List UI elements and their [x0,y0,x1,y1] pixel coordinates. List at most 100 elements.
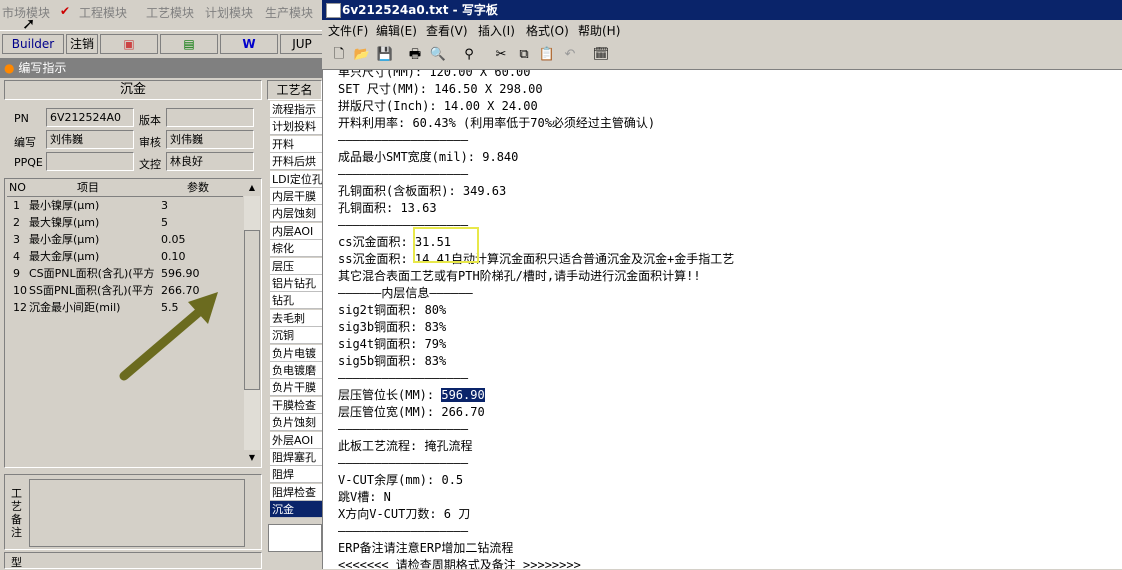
pn-field[interactable]: 6V212524A0 [46,108,134,127]
row-value: 3 [161,199,168,212]
document-line: sig4t铜面积: 79% [338,337,447,351]
grid-header-no[interactable]: NO [9,180,26,196]
process-item[interactable]: 外层AOI [270,431,322,449]
table-row[interactable]: 1 最小镍厚(μm) 3 [11,197,247,214]
selected-text[interactable]: 596.90 [441,388,485,402]
process-item[interactable]: 阻焊 [270,466,322,484]
notes-textarea[interactable] [29,479,245,547]
process-item[interactable]: 开料 [270,135,322,153]
table-row[interactable]: 3 最小金厚(μm) 0.05 [11,231,247,248]
menu-view[interactable]: 查看(V) [426,22,468,39]
process-item[interactable]: 阻焊检查 [270,483,322,501]
process-item[interactable]: 内层干膜 [270,188,322,205]
process-item[interactable]: 内层蚀刻 [270,205,322,223]
process-item[interactable]: 负片干膜 [270,379,322,397]
logout-button[interactable]: 注销 [66,34,98,54]
document-line: 层压管位长(MM): 596.90 [338,387,485,404]
process-input[interactable] [268,524,322,552]
process-item[interactable]: LDI定位孔 [270,170,322,188]
document-line: ERP备注请注意ERP增加二钻流程 [338,541,514,555]
process-item[interactable]: 负片蚀刻 [270,414,322,432]
datetime-icon[interactable]: 🗓 [590,44,612,66]
type-label: 型 [11,556,22,569]
print-icon[interactable]: 🖶 [404,44,426,66]
version-field[interactable] [166,108,254,127]
document-line: 层压管位宽(MM): 266.70 [338,405,485,419]
document-line: sig3b铜面积: 83% [338,320,447,334]
scroll-thumb[interactable] [244,230,260,390]
document-line: X方向V-CUT刀数: 6 刀 [338,507,471,521]
process-item[interactable]: 去毛刺 [270,309,322,327]
row-no: 4 [13,250,20,263]
ppqe-field[interactable] [46,152,134,171]
version-label: 版本 [139,114,161,127]
copy-icon[interactable]: ⧉ [513,44,535,66]
menu-production[interactable]: 生产模块 [265,4,313,21]
bg-menu-bar: 市场模块 ✔ 工程模块 工艺模块 计划模块 生产模块 ➚ [0,0,330,33]
save-icon[interactable]: 💾 [374,44,396,66]
menu-file[interactable]: 文件(F) [328,22,368,39]
process-item[interactable]: 沉金 [270,501,322,519]
jup-button[interactable]: JUP [280,34,324,54]
process-item[interactable]: 铝片钻孔 [270,275,322,292]
scroll-up-icon[interactable]: ▲ [244,180,260,196]
menu-help[interactable]: 帮助(H) [578,22,620,39]
notes-panel: 工艺备注 [4,474,262,550]
scroll-down-icon[interactable]: ▼ [244,450,260,466]
grid-scrollbar[interactable]: ▲ ▼ [244,180,260,466]
ppt-icon[interactable]: ▣ [100,34,158,54]
document-line: 成品最小SMT宽度(mil): 9.840 [338,150,519,164]
menu-edit[interactable]: 编辑(E) [376,22,417,39]
process-item[interactable]: 负电镀磨 [270,362,322,379]
print-preview-icon[interactable]: 🔍 [427,44,449,66]
grid-header-value[interactable]: 参数 [187,180,209,196]
grid-header-item[interactable]: 项目 [77,180,99,196]
process-item[interactable]: 计划投料 [270,118,322,136]
document-line: 开料利用率: 60.43% (利用率低于70%必须经过主管确认) [338,116,656,130]
writer-field[interactable]: 刘伟巍 [46,130,134,149]
menu-insert[interactable]: 插入(I) [478,22,515,39]
document-line: 其它混合表面工艺或有PTH阶梯孔/槽时,请手动进行沉金面积计算!! [338,269,701,283]
process-item[interactable]: 负片电镀 [270,344,322,362]
process-item[interactable]: 开料后烘 [270,153,322,171]
word-icon[interactable]: W [220,34,278,54]
check-icon: ✔ [60,4,71,18]
undo-icon[interactable]: ↶ [559,44,581,66]
document-line: 孔铜面积(含板面积): 349.63 [338,184,507,198]
document-line: ss沉金面积: 14.41自动计算沉金面积只适合普通沉金及沉金+金手指工艺 [338,252,735,266]
new-icon[interactable]: 🗋 [328,44,350,66]
process-item[interactable]: 干膜检查 [270,396,322,414]
process-item[interactable]: 内层AOI [270,222,322,240]
paste-icon[interactable]: 📋 [536,44,558,66]
open-icon[interactable]: 📂 [351,44,373,66]
process-item[interactable]: 棕化 [270,240,322,258]
menu-plan[interactable]: 计划模块 [205,4,253,21]
cut-icon[interactable]: ✂ [490,44,512,66]
process-item[interactable]: 层压 [270,257,322,275]
menu-engineering[interactable]: 工程模块 [79,4,127,21]
menu-process[interactable]: 工艺模块 [146,4,194,21]
process-item[interactable]: 沉铜 [270,327,322,345]
ppqe-label: PPQE [14,156,43,169]
process-item[interactable]: 钻孔 [270,292,322,310]
table-row[interactable]: 2 最大镍厚(μm) 5 [11,214,247,231]
writer-label: 编写 [14,136,36,149]
control-label: 文控 [139,158,161,171]
review-field[interactable]: 刘伟巍 [166,130,254,149]
process-item[interactable]: 流程指示 [270,101,322,118]
excel-icon[interactable]: ▤ [160,34,218,54]
control-field[interactable]: 林良好 [166,152,254,171]
table-row[interactable]: 4 最大金厚(μm) 0.10 [11,248,247,265]
wordpad-title: 6v212524a0.txt - 写字板 [342,3,498,17]
document-line: SET 尺寸(MM): 146.50 X 298.00 [338,82,543,96]
row-item: 最小镍厚(μm) [29,199,100,212]
panel-title-bar: ● 编写指示 [0,58,322,78]
document-line: —————————————————— [338,167,469,181]
process-item[interactable]: 阻焊塞孔 [270,449,322,466]
highlight-box [413,227,479,263]
document-line: 孔铜面积: 13.63 [338,201,437,215]
menu-format[interactable]: 格式(O) [526,22,569,39]
document-area[interactable]: 单只尺寸(MM): 120.00 X 60.00 SET 尺寸(MM): 146.… [324,70,1122,569]
find-icon[interactable]: ⚲ [458,44,480,66]
builder-button[interactable]: Builder [2,34,64,54]
